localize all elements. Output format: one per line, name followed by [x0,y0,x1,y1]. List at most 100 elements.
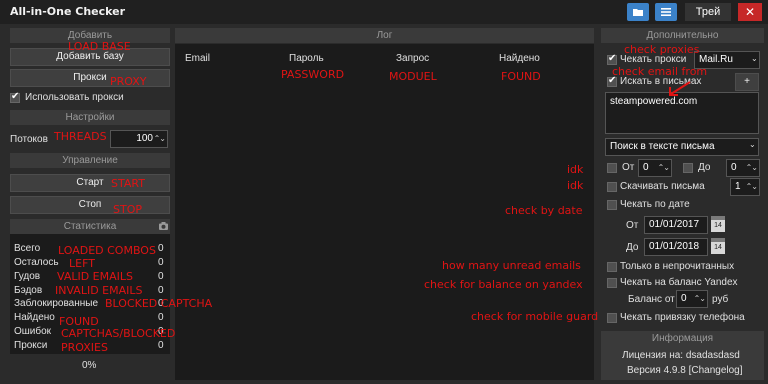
threads-label: Потоков [10,134,48,145]
stat-label: Гудов [14,271,41,282]
check-date-label: Чекать по дате [620,199,690,210]
chevron-down-icon: ⌄ [751,54,758,63]
download-label: Скачивать письма [620,181,705,192]
start-button[interactable]: Старт [10,174,170,192]
annotation-left: LEFT [69,257,95,270]
control-section-header: Управление [10,153,170,168]
unread-label: Только в непрочитанных [620,261,735,272]
log-header: Лог [175,28,594,43]
balance-stepper[interactable]: 0 [676,290,708,308]
column-header-request[interactable]: Запрос [396,53,429,64]
date-to-field[interactable]: 01/01/2018 [644,238,708,256]
folder-icon [633,9,643,16]
column-header-email[interactable]: Email [185,53,210,64]
tray-button[interactable]: Трей [685,3,731,21]
annotation-mobile: check for mobile guard [471,310,599,323]
date-from-field[interactable]: 01/01/2017 [644,216,708,234]
annotation-check-proxies: check proxies [624,43,700,56]
to-checkbox[interactable] [683,163,693,173]
threads-stepper[interactable]: 100 [110,130,168,148]
search-letters-checkbox[interactable] [607,75,617,87]
date-from-label: От [626,220,639,231]
yandex-label: Чекать на баланс Yandex [620,277,738,288]
annotation-invalid: INVALID EMAILS [55,284,143,297]
annotation-captchas: CAPTCHAS/BLOCKED [61,327,176,340]
extra-section-header: Дополнительно [601,28,764,43]
use-proxy-label: Использовать прокси [25,92,124,103]
info-section-header: Информация [601,331,764,346]
folder-button[interactable] [627,3,649,21]
annotation-valid: VALID EMAILS [57,270,134,283]
stat-label: Всего [14,243,41,254]
title-bar: All-in-One Checker Трей ✕ [0,0,768,24]
annotation-arrow-icon [669,81,691,96]
use-proxy-checkbox[interactable] [10,91,20,103]
from-checkbox[interactable] [607,163,617,173]
annotation-yandex: check for balance on yandex [424,278,583,291]
download-stepper[interactable]: 1 [730,178,760,196]
menu-button[interactable] [655,3,677,21]
calendar-icon[interactable]: 14 [711,216,725,232]
from-label: От [622,162,635,173]
balance-unit: руб [712,294,729,305]
annotation-loaded: LOADED COMBOS [58,244,156,257]
annotation-load-base: LOAD BASE [68,40,131,53]
stat-label: Осталось [14,257,59,268]
stat-value: 0 [158,257,164,268]
add-search-button[interactable]: + [735,73,759,91]
camera-icon[interactable] [158,221,169,231]
check-proxy-checkbox[interactable] [607,53,617,65]
annotation-proxies: PROXIES [61,341,108,354]
search-mode-select[interactable]: Поиск в тексте письма [605,138,759,156]
annotation-idk: idk [567,163,584,176]
menu-icon [661,8,671,16]
annotation-idk: idk [567,179,584,192]
download-checkbox[interactable] [607,182,617,192]
version-link[interactable]: Версия 4.9.8 [Changelog] [627,365,743,376]
stats-section-header: Статистика [10,219,170,234]
to-stepper[interactable]: 0 [726,159,760,177]
to-label: До [698,162,711,173]
phone-checkbox[interactable] [607,313,617,323]
annotation-check-date: check by date [505,204,583,217]
annotation-start: START [111,177,145,190]
progress-percent: 0% [82,360,97,371]
stat-value: 0 [158,271,164,282]
stat-value: 0 [158,243,164,254]
stat-label: Найдено [14,312,55,323]
column-header-password[interactable]: Пароль [289,53,324,64]
stat-label: Прокси [14,340,48,351]
license-text: Лицензия на: dsadasdasd [622,350,740,361]
annotation-password: PASSWORD [281,68,345,81]
stat-value: 0 [158,285,164,296]
settings-section-header: Настройки [10,110,170,125]
annotation-stop: STOP [113,203,142,216]
phone-label: Чекать привязку телефона [620,312,745,323]
balance-label: Баланс от [628,294,675,305]
stat-value: 0 [158,340,164,351]
yandex-checkbox[interactable] [607,278,617,288]
stat-label: Бэдов [14,285,43,296]
annotation-proxy: PROXY [110,75,147,88]
calendar-icon[interactable]: 14 [711,238,725,254]
annotation-moduel: MODUEL [389,70,437,83]
annotation-blocked: BLOCKED CAPTCHA [105,297,213,310]
date-to-label: До [626,242,639,253]
info-panel: Лицензия на: dsadasdasd Версия 4.9.8 [Ch… [601,346,764,380]
check-date-checkbox[interactable] [607,200,617,210]
annotation-unread: how many unread emails [442,259,581,272]
chevron-down-icon: ⌄ [749,140,756,149]
unread-checkbox[interactable] [607,262,617,272]
annotation-found-column: FOUND [501,70,541,83]
annotation-check-email: check email from [612,65,708,78]
stop-button[interactable]: Стоп [10,196,170,214]
stat-value: 0 [158,312,164,323]
annotation-threads: THREADS [54,130,107,143]
app-title: All-in-One Checker [10,5,126,18]
stat-label: Заблокированные [14,298,99,309]
column-header-found[interactable]: Найдено [499,53,540,64]
stat-label: Ошибок [14,326,52,337]
from-stepper[interactable]: 0 [638,159,672,177]
search-text-area[interactable]: steampowered.com [605,92,759,134]
close-button[interactable]: ✕ [738,3,762,21]
